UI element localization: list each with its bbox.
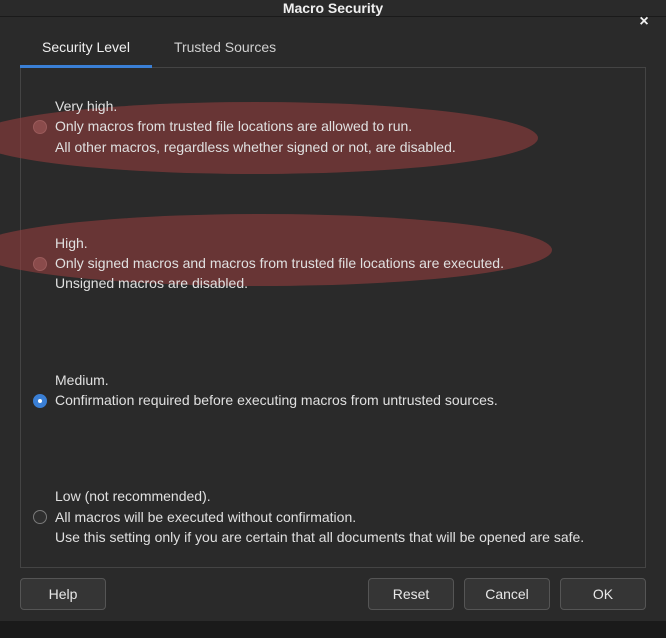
close-icon[interactable]: × [632,10,656,34]
option-line: High. [55,233,504,253]
option-line: All macros will be executed without conf… [55,507,584,527]
radio-high[interactable] [33,257,47,271]
macro-security-dialog: Macro Security × Security Level Trusted … [0,0,666,621]
radio-very-high[interactable] [33,120,47,134]
option-low: Low (not recommended). All macros will b… [33,486,633,547]
tab-security-level[interactable]: Security Level [20,31,152,68]
option-medium: Medium. Confirmation required before exe… [33,370,633,411]
option-high: High. Only signed macros and macros from… [33,233,633,294]
option-line: Only macros from trusted file locations … [55,116,456,136]
security-level-panel: Very high. Only macros from trusted file… [20,68,646,568]
option-line: Unsigned macros are disabled. [55,273,504,293]
option-high-text: High. Only signed macros and macros from… [55,233,504,294]
titlebar: Macro Security × [0,0,666,17]
option-medium-text: Medium. Confirmation required before exe… [55,370,498,411]
help-button[interactable]: Help [20,578,106,610]
tab-bar: Security Level Trusted Sources [20,31,646,68]
cancel-button[interactable]: Cancel [464,578,550,610]
dialog-title: Macro Security [283,0,383,16]
option-line: Use this setting only if you are certain… [55,527,584,547]
option-line: Very high. [55,96,456,116]
option-very-high-text: Very high. Only macros from trusted file… [55,96,456,157]
reset-button[interactable]: Reset [368,578,454,610]
option-line: Only signed macros and macros from trust… [55,253,504,273]
option-line: Medium. [55,370,498,390]
radio-medium[interactable] [33,394,47,408]
tab-trusted-sources[interactable]: Trusted Sources [152,31,298,68]
option-low-text: Low (not recommended). All macros will b… [55,486,584,547]
radio-low[interactable] [33,510,47,524]
option-line: Low (not recommended). [55,486,584,506]
spacer [116,578,358,610]
dialog-content: Security Level Trusted Sources Very high… [0,17,666,638]
option-very-high: Very high. Only macros from trusted file… [33,96,633,157]
options-group: Very high. Only macros from trusted file… [21,68,645,567]
button-row: Help Reset Cancel OK [20,568,646,626]
option-line: All other macros, regardless whether sig… [55,137,456,157]
ok-button[interactable]: OK [560,578,646,610]
option-line: Confirmation required before executing m… [55,390,498,410]
